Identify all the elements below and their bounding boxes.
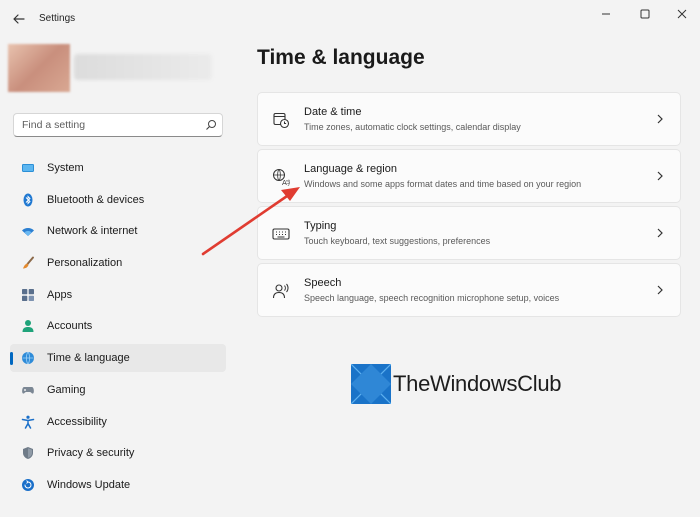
card-description: Speech language, speech recognition micr… bbox=[304, 293, 560, 303]
gamepad-icon bbox=[22, 386, 34, 394]
app-title: Settings bbox=[39, 13, 76, 24]
sidebar-item-system[interactable]: System bbox=[10, 154, 226, 182]
card-title: Date & time bbox=[304, 106, 362, 118]
close-icon[interactable] bbox=[671, 6, 693, 22]
back-arrow-icon[interactable] bbox=[10, 10, 28, 28]
apps-icon bbox=[22, 288, 34, 301]
profile-name-blurred bbox=[74, 54, 212, 80]
display-icon bbox=[22, 164, 34, 172]
card-description: Windows and some apps format dates and t… bbox=[304, 179, 582, 189]
watermark: TheWindowsClub bbox=[351, 364, 581, 408]
sidebar-item-network-internet[interactable]: Network & internet bbox=[10, 217, 226, 245]
speech-icon bbox=[272, 283, 289, 299]
person-icon bbox=[22, 320, 34, 333]
sidebar-item-windows-update[interactable]: Windows Update bbox=[10, 471, 226, 499]
sidebar-item-accessibility[interactable]: Accessibility bbox=[10, 408, 226, 436]
wifi-icon bbox=[22, 228, 34, 237]
sidebar-item-personalization[interactable]: Personalization bbox=[10, 249, 226, 277]
maximize-icon[interactable] bbox=[634, 6, 656, 22]
sidebar-item-label: Privacy & security bbox=[47, 447, 135, 460]
windows-logo-icon bbox=[351, 364, 391, 404]
calendar-clock-icon bbox=[273, 112, 290, 129]
card-speech[interactable]: Speech Speech language, speech recogniti… bbox=[257, 263, 681, 317]
sidebar-item-label: Accessibility bbox=[47, 415, 107, 428]
sidebar-item-gaming[interactable]: Gaming bbox=[10, 376, 226, 404]
chevron-right-icon bbox=[657, 285, 663, 295]
card-language-region[interactable]: A 字 Language & region Windows and some a… bbox=[257, 149, 681, 203]
card-typing[interactable]: Typing Touch keyboard, text suggestions,… bbox=[257, 206, 681, 260]
card-description: Touch keyboard, text suggestions, prefer… bbox=[304, 236, 491, 246]
search-icon[interactable] bbox=[205, 119, 217, 131]
minimize-icon[interactable] bbox=[595, 6, 617, 22]
sidebar-item-label: Network & internet bbox=[47, 225, 138, 238]
card-date-time[interactable]: Date & time Time zones, automatic clock … bbox=[257, 92, 681, 146]
card-title: Language & region bbox=[304, 163, 397, 175]
sidebar-item-label: Gaming bbox=[47, 383, 86, 396]
sidebar-nav: System Bluetooth & devices Network & int… bbox=[10, 154, 226, 503]
card-title: Speech bbox=[304, 277, 342, 289]
chevron-right-icon bbox=[657, 171, 663, 181]
accessibility-icon bbox=[21, 415, 35, 429]
search-input[interactable]: Find a setting bbox=[22, 119, 85, 131]
update-icon bbox=[22, 478, 34, 491]
sidebar-item-label: System bbox=[47, 162, 84, 174]
title-bar: Settings bbox=[0, 0, 700, 40]
sidebar-item-label: Windows Update bbox=[47, 478, 131, 491]
sidebar-item-label: Bluetooth & devices bbox=[47, 193, 145, 206]
sidebar-item-bluetooth-devices[interactable]: Bluetooth & devices bbox=[10, 186, 226, 214]
bluetooth-icon bbox=[23, 193, 33, 207]
sidebar-item-privacy-security[interactable]: Privacy & security bbox=[10, 439, 226, 467]
sidebar-item-apps[interactable]: Apps bbox=[10, 281, 226, 309]
shield-icon bbox=[23, 447, 33, 460]
card-description: Time zones, automatic clock settings, ca… bbox=[304, 122, 521, 132]
language-icon: A 字 bbox=[273, 169, 290, 186]
sidebar-item-label: Time & language bbox=[47, 352, 130, 365]
svg-text:字: 字 bbox=[286, 179, 290, 186]
card-title: Typing bbox=[304, 220, 337, 232]
brush-icon bbox=[23, 256, 34, 269]
search-box[interactable]: Find a setting bbox=[13, 113, 223, 137]
user-profile[interactable] bbox=[8, 44, 213, 92]
sidebar-item-label: Accounts bbox=[47, 320, 93, 333]
chevron-right-icon bbox=[657, 114, 663, 124]
sidebar-item-time-language[interactable]: Time & language bbox=[10, 344, 226, 373]
sidebar-item-accounts[interactable]: Accounts bbox=[10, 312, 226, 340]
keyboard-icon bbox=[272, 228, 290, 240]
page-title: Time & language bbox=[257, 46, 425, 69]
globe-clock-icon bbox=[22, 351, 34, 365]
sidebar-item-label: Apps bbox=[47, 288, 73, 301]
watermark-text: TheWindowsClub bbox=[393, 371, 562, 396]
chevron-right-icon bbox=[657, 228, 663, 238]
sidebar-item-label: Personalization bbox=[47, 257, 123, 270]
avatar bbox=[8, 44, 70, 92]
